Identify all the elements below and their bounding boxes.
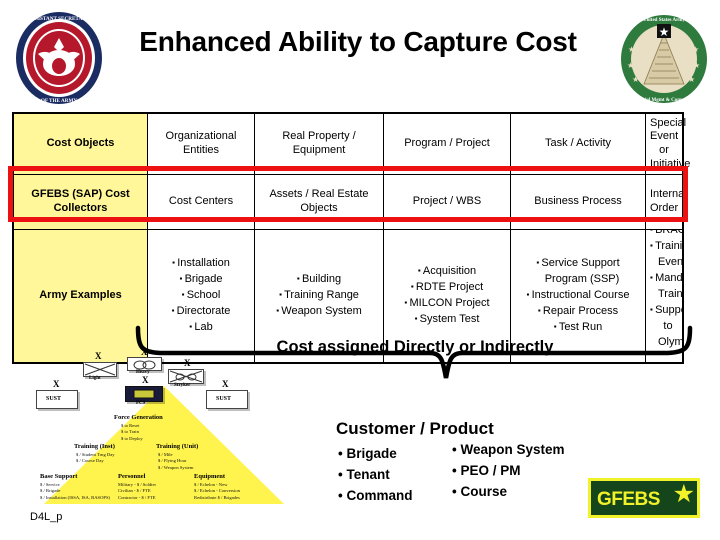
unit-caption-sust-left: SUST — [46, 396, 62, 402]
list-item: Building — [259, 272, 379, 288]
unit-icon-light — [83, 362, 117, 377]
star-icon: ★ — [672, 480, 695, 508]
pyramid-line: Redistribute $ / Brigades — [194, 494, 240, 500]
list-item: Acquisition — [388, 264, 506, 280]
pyramid-lines-force-generation: $ to Reset $ to Train $ to Deploy — [121, 423, 143, 442]
cell-program-project: Program / Project — [383, 112, 511, 175]
svg-text:United States Army: United States Army — [643, 18, 685, 23]
unit-caption-light: Light — [89, 376, 101, 381]
svg-text:★: ★ — [632, 75, 639, 84]
list-item: RDTE Project — [388, 280, 506, 296]
cell-project-wbs: Project / WBS — [383, 174, 511, 230]
pyramid-lines-training-inst: $ / Student Trng Day $ / Course Day — [76, 452, 115, 465]
customer-item: PEO / PM — [452, 461, 565, 482]
pyramid-line: Civilian - $ / FTE — [118, 488, 151, 494]
unit-caption-fcs: FCS — [136, 401, 146, 406]
gfebs-logo-text: GFEBS — [597, 489, 660, 510]
office-of-the-assistant-secretary-of-the-army-seal-icon: ASSISTANT SECRETARY OF THE ARMY — [14, 10, 104, 106]
unit-caption-stryker: Stryker — [174, 383, 191, 388]
list-item: MILCON Project — [388, 296, 506, 312]
customer-product-title: Customer / Product — [336, 419, 494, 438]
list-item: Training Event — [650, 239, 682, 271]
pyramid-lines-personnel: Military - $ / Soldier Civilian - $ / FTE… — [118, 482, 156, 501]
svg-text:★: ★ — [659, 25, 670, 39]
customer-item: Course — [452, 482, 565, 503]
list-item: Service Support Program (SSP) — [515, 256, 641, 288]
cell-task-activity: Task / Activity — [510, 112, 646, 175]
list-item: Directorate — [152, 304, 250, 320]
unit-icon-heavy — [127, 357, 162, 371]
cell-business-process: Business Process — [510, 174, 646, 230]
customer-list-left: Brigade Tenant Command — [338, 444, 413, 507]
list-item: Training Range — [259, 288, 379, 304]
army-force-structure-pyramid-graphic: X Light X Heavy X Stryker X FCS X SUST X… — [26, 348, 298, 516]
list-item: Weapon System — [259, 304, 379, 320]
pyramid-heading-base-support: Base Support — [40, 473, 78, 480]
svg-text:OF THE ARMY: OF THE ARMY — [41, 98, 78, 104]
svg-text:★: ★ — [693, 61, 700, 70]
pyramid-heading-equipment: Equipment — [194, 473, 226, 480]
unit-caption-sust-right: SUST — [216, 396, 232, 402]
pyramid-heading-force-generation: Force Generation — [114, 414, 163, 421]
cell-internal-order: Internal Order — [645, 174, 687, 230]
unit-icon-fcs — [125, 386, 163, 402]
svg-text:★: ★ — [627, 61, 634, 70]
svg-text:★: ★ — [692, 45, 699, 54]
slide-code: D4L_p — [30, 511, 63, 523]
cell-real-property-equipment: Real Property / Equipment — [254, 112, 384, 175]
pyramid-line: $ / Course Day — [76, 458, 104, 464]
list-item: Repair Process — [515, 304, 641, 320]
customer-item: Command — [338, 486, 412, 507]
cell-special-event-or-initiative: Special Event or Initiative — [645, 112, 690, 175]
header-banner: ASSISTANT SECRETARY OF THE ARMY Enhanced… — [0, 0, 720, 108]
unit-x-marker: X — [142, 375, 149, 385]
cell-cost-centers: Cost Centers — [147, 174, 255, 230]
unit-x-marker: X — [222, 379, 229, 389]
customer-item: Tenant — [338, 465, 413, 486]
row-label-gfebs-cost-collectors: GFEBS (SAP) Cost Collectors — [12, 174, 148, 230]
cell-organizational-entities: Organizational Entities — [147, 112, 255, 175]
pyramid-line: $ / Weapon System — [158, 464, 194, 470]
list-item: Brigade — [152, 272, 250, 288]
list-item: Mandatory Training — [650, 271, 682, 303]
unit-x-marker: X — [53, 379, 60, 389]
list-item: Installation — [152, 256, 250, 272]
pyramid-heading-training-unit: Training (Unit) — [156, 443, 199, 450]
list-item: School — [152, 288, 250, 304]
svg-text:ASSISTANT SECRETARY: ASSISTANT SECRETARY — [28, 16, 89, 22]
cell-assets-real-estate-objects: Assets / Real Estate Objects — [254, 174, 384, 230]
list-item: Instructional Course — [515, 288, 641, 304]
unit-icon-stryker — [168, 369, 204, 384]
unit-x-marker: X — [184, 358, 191, 368]
pyramid-lines-base-support: $ / Service $ / Brigade $ / Installation (… — [40, 482, 110, 501]
pyramid-line: $ / Echelon - Conversion — [194, 488, 240, 494]
unit-x-marker: X — [141, 347, 148, 357]
gfebs-logo: GFEBS ★ — [588, 478, 700, 518]
svg-text:Financial Mgmt & Comptroller: Financial Mgmt & Comptroller — [630, 98, 698, 103]
united-states-army-financial-management-comptroller-seal-icon: ★ United States Army Financial Mgmt & Co… — [618, 12, 710, 106]
pyramid-lines-training-unit: $ / Mile $ / Flying Hour $ / Weapon System — [158, 452, 193, 471]
pyramid-line: $ to Deploy — [121, 435, 143, 441]
unit-x-marker: X — [95, 351, 102, 361]
customer-list-right: Weapon System PEO / PM Course — [452, 440, 565, 503]
svg-text:★: ★ — [688, 75, 695, 84]
customer-item: Brigade — [338, 444, 413, 465]
pyramid-line: $ / Installation (ISSA, ISA, BASOPS) — [40, 494, 111, 500]
page-title: Enhanced Ability to Capture Cost — [139, 26, 577, 57]
svg-text:★: ★ — [628, 45, 635, 54]
table-row-cost-objects: Cost Objects Organizational Entities Rea… — [12, 112, 690, 175]
pyramid-lines-equipment: $ / Echelon - New $ / Echelon - Conversio… — [194, 482, 240, 501]
pyramid-heading-training-inst: Training (Inst) — [74, 443, 115, 450]
pyramid-line: Contractor - $ / FTE — [118, 494, 156, 500]
customer-item: Weapon System — [452, 440, 564, 461]
pyramid-heading-personnel: Personnel — [118, 473, 146, 480]
table-row-gfebs-cost-collectors: GFEBS (SAP) Cost Collectors Cost Centers… — [12, 174, 687, 230]
row-label-cost-objects: Cost Objects — [12, 112, 148, 175]
list-item: BRAC — [650, 231, 682, 239]
